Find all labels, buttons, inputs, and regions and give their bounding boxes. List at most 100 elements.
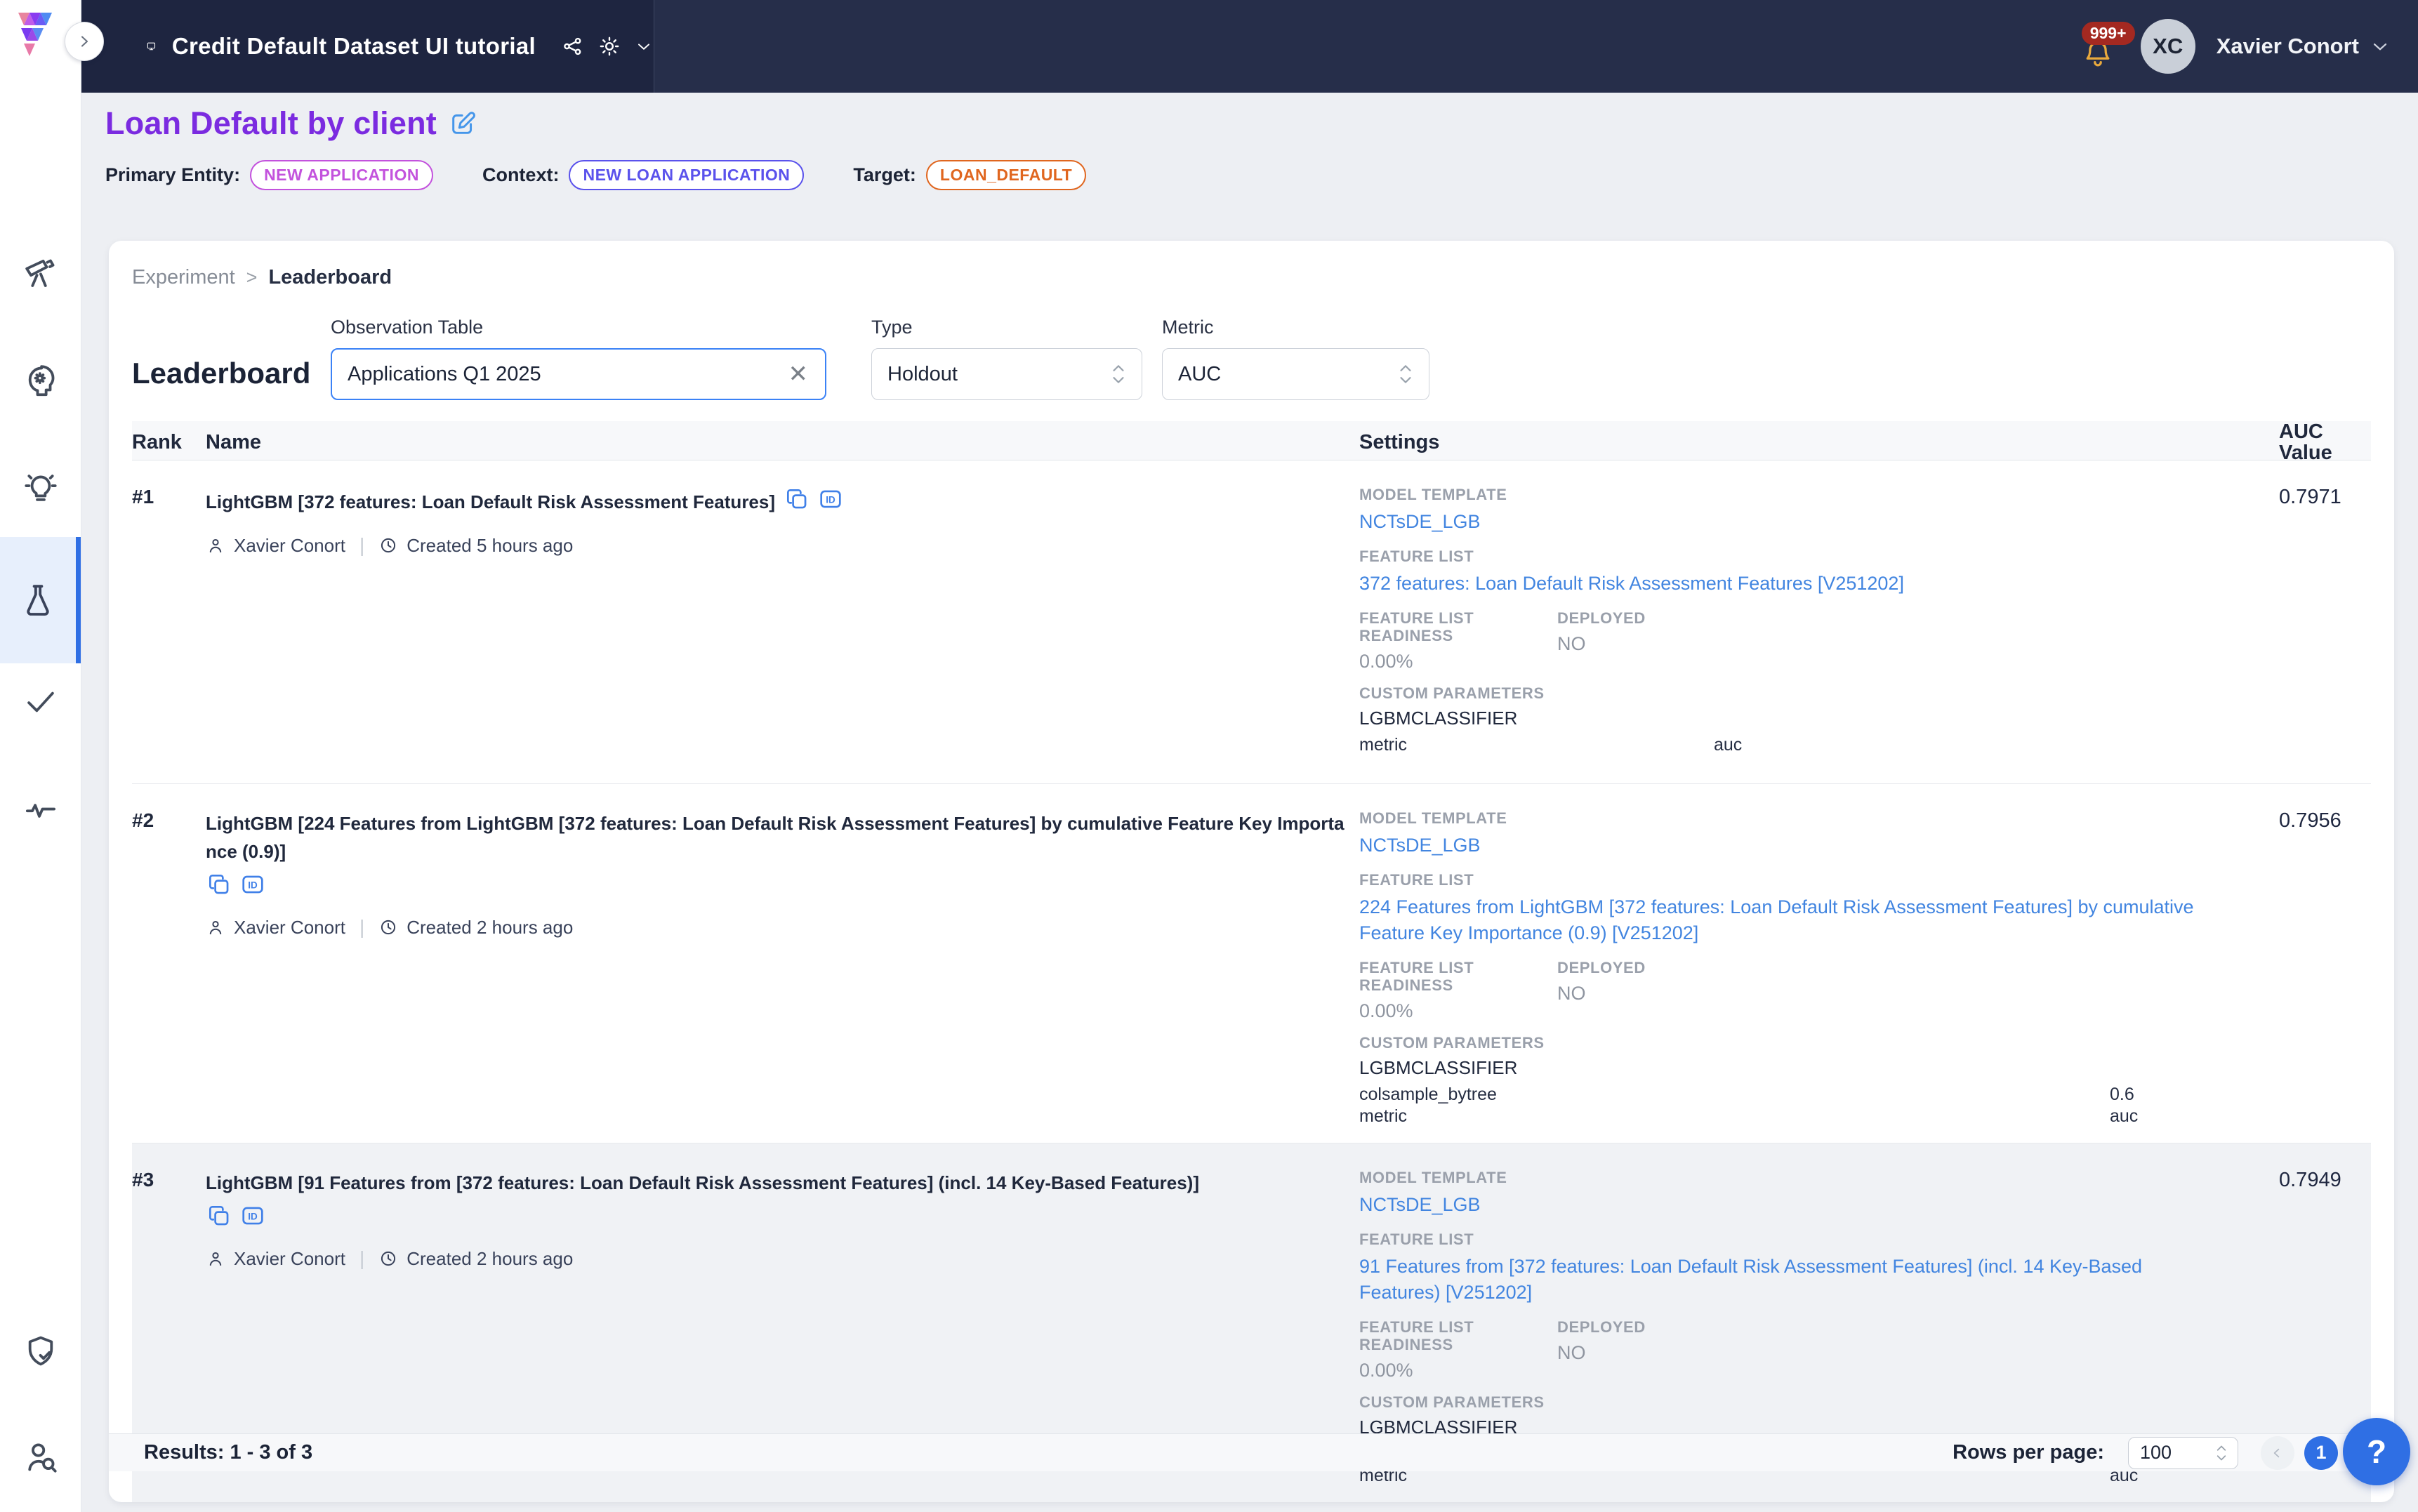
monitor-icon xyxy=(146,32,157,60)
target-badge: LOAN_DEFAULT xyxy=(926,160,1086,190)
copy-icon[interactable] xyxy=(206,871,232,898)
custom-parameters-label: CUSTOM PARAMETERS xyxy=(1359,684,2223,702)
checkmark-icon xyxy=(22,683,60,721)
deployed-label: DEPLOYED xyxy=(1557,1318,1646,1336)
deployed-value: NO xyxy=(1557,1343,1646,1363)
rows-per-page-value: 100 xyxy=(2140,1442,2172,1464)
context-badge: NEW LOAN APPLICATION xyxy=(569,160,804,190)
sidebar-expand-button[interactable] xyxy=(65,22,104,61)
model-template-link[interactable]: NCTsDE_LGB xyxy=(1359,833,2223,858)
share-icon[interactable] xyxy=(561,34,585,58)
table-row[interactable]: #2 LightGBM [224 Features from LightGBM … xyxy=(132,783,2371,1143)
model-template-label: MODEL TEMPLATE xyxy=(1359,1169,2223,1186)
metric-value: AUC xyxy=(1178,363,1221,386)
id-icon[interactable]: ID xyxy=(817,486,844,512)
created-time: Created 2 hours ago xyxy=(407,917,573,939)
rows-per-page-label: Rows per page: xyxy=(1953,1441,2104,1464)
model-name: LightGBM [91 Features from [372 features… xyxy=(206,1169,1352,1197)
leaderboard-table: Rank Name Settings AUC Value #1 LightGBM… xyxy=(132,421,2371,1433)
model-template-link[interactable]: NCTsDE_LGB xyxy=(1359,1192,2223,1218)
person-icon xyxy=(206,536,225,555)
sidebar-item-approvals[interactable] xyxy=(0,660,81,744)
deployed-label: DEPLOYED xyxy=(1557,609,1646,627)
param-key: metric xyxy=(1359,734,1714,756)
table-header-row: Rank Name Settings AUC Value xyxy=(132,421,2371,460)
chevron-left-icon xyxy=(2269,1445,2286,1461)
created-time: Created 5 hours ago xyxy=(407,535,573,557)
metric-select[interactable]: AUC xyxy=(1162,348,1429,400)
metric-label: Metric xyxy=(1162,317,1429,338)
column-header-auc-value: AUC Value xyxy=(2279,421,2371,463)
sidebar-item-user-directory[interactable] xyxy=(0,1414,81,1499)
sidebar-item-monitoring[interactable] xyxy=(0,767,81,851)
person-icon xyxy=(206,1249,225,1268)
edit-pencil-icon[interactable] xyxy=(448,109,477,138)
readiness-value: 0.00% xyxy=(1359,1360,1557,1381)
id-icon[interactable]: ID xyxy=(239,871,266,898)
left-sidebar xyxy=(0,0,81,1512)
column-header-rank: Rank xyxy=(132,431,206,454)
model-template-link[interactable]: NCTsDE_LGB xyxy=(1359,509,2223,535)
deployed-label: DEPLOYED xyxy=(1557,959,1646,976)
top-bar: Credit Default Dataset UI tutorial 999+ … xyxy=(81,0,2418,93)
param-value: auc xyxy=(1714,734,1742,756)
type-select[interactable]: Holdout xyxy=(871,348,1142,400)
sidebar-item-insights[interactable] xyxy=(0,447,81,531)
divider: | xyxy=(359,534,364,557)
clear-observation-icon[interactable]: ✕ xyxy=(786,360,812,388)
user-search-icon xyxy=(22,1438,60,1475)
primary-entity-label: Primary Entity: xyxy=(105,164,240,186)
notifications-button[interactable]: 999+ xyxy=(2077,22,2120,71)
copy-icon[interactable] xyxy=(784,486,810,512)
column-header-settings: Settings xyxy=(1359,431,2279,454)
svg-text:ID: ID xyxy=(826,495,835,505)
id-icon[interactable]: ID xyxy=(239,1202,266,1229)
breadcrumb-leaderboard: Leaderboard xyxy=(268,266,392,289)
copy-icon[interactable] xyxy=(206,1202,232,1229)
chevron-right-icon xyxy=(74,31,95,52)
select-spinner-icon xyxy=(1109,359,1128,390)
sidebar-item-modeling[interactable] xyxy=(0,338,81,423)
idea-bulb-icon xyxy=(22,470,60,508)
user-name: Xavier Conort xyxy=(2216,34,2359,59)
column-header-name: Name xyxy=(206,431,1359,454)
page-title: Loan Default by client xyxy=(105,105,437,142)
primary-entity-badge: NEW APPLICATION xyxy=(250,160,433,190)
classifier-name: LGBMCLASSIFIER xyxy=(1359,1057,2223,1078)
table-row[interactable]: #1 LightGBM [372 features: Loan Default … xyxy=(132,460,2371,783)
feature-list-link[interactable]: 372 features: Loan Default Risk Assessme… xyxy=(1359,571,2223,597)
rows-per-page-stepper[interactable]: 100 xyxy=(2128,1437,2238,1469)
sidebar-item-experiment[interactable] xyxy=(0,537,81,663)
select-spinner-icon xyxy=(1396,359,1415,390)
breadcrumb-experiment[interactable]: Experiment xyxy=(132,266,235,289)
feature-list-link[interactable]: 224 Features from LightGBM [372 features… xyxy=(1359,894,2223,946)
rank-cell: #2 xyxy=(132,809,206,1127)
sidebar-item-governance[interactable] xyxy=(0,1309,81,1393)
svg-text:ID: ID xyxy=(248,880,258,891)
divider: | xyxy=(359,1247,364,1270)
clock-icon xyxy=(378,536,398,555)
model-name: LightGBM [372 features: Loan Default Ris… xyxy=(206,491,775,512)
deployed-value: NO xyxy=(1557,983,1646,1004)
user-menu[interactable]: Xavier Conort xyxy=(2216,34,2391,59)
feature-list-readiness-label: FEATURE LIST READINESS xyxy=(1359,1318,1557,1353)
sidebar-item-explore[interactable] xyxy=(0,231,81,315)
workspace-panel: Credit Default Dataset UI tutorial xyxy=(81,0,654,93)
page-1-button[interactable]: 1 xyxy=(2304,1436,2338,1470)
classifier-name: LGBMCLASSIFIER xyxy=(1359,708,2223,729)
gear-icon[interactable] xyxy=(597,34,621,58)
ai-head-icon xyxy=(22,362,60,399)
divider: | xyxy=(359,916,364,939)
shield-check-icon xyxy=(22,1332,60,1370)
target-label: Target: xyxy=(853,164,916,186)
app-root: Credit Default Dataset UI tutorial 999+ … xyxy=(0,0,2418,1512)
feature-list-link[interactable]: 91 Features from [372 features: Loan Def… xyxy=(1359,1254,2223,1306)
avatar[interactable]: XC xyxy=(2141,19,2195,74)
observation-table-input[interactable] xyxy=(348,363,786,386)
previous-page-button[interactable] xyxy=(2261,1436,2294,1470)
chevron-down-icon[interactable] xyxy=(634,37,654,56)
table-footer: Results: 1 - 3 of 3 Rows per page: 100 1 xyxy=(109,1433,2394,1471)
observation-table-field: ✕ xyxy=(331,348,826,400)
help-button[interactable]: ? xyxy=(2343,1418,2410,1485)
context-label: Context: xyxy=(482,164,560,186)
